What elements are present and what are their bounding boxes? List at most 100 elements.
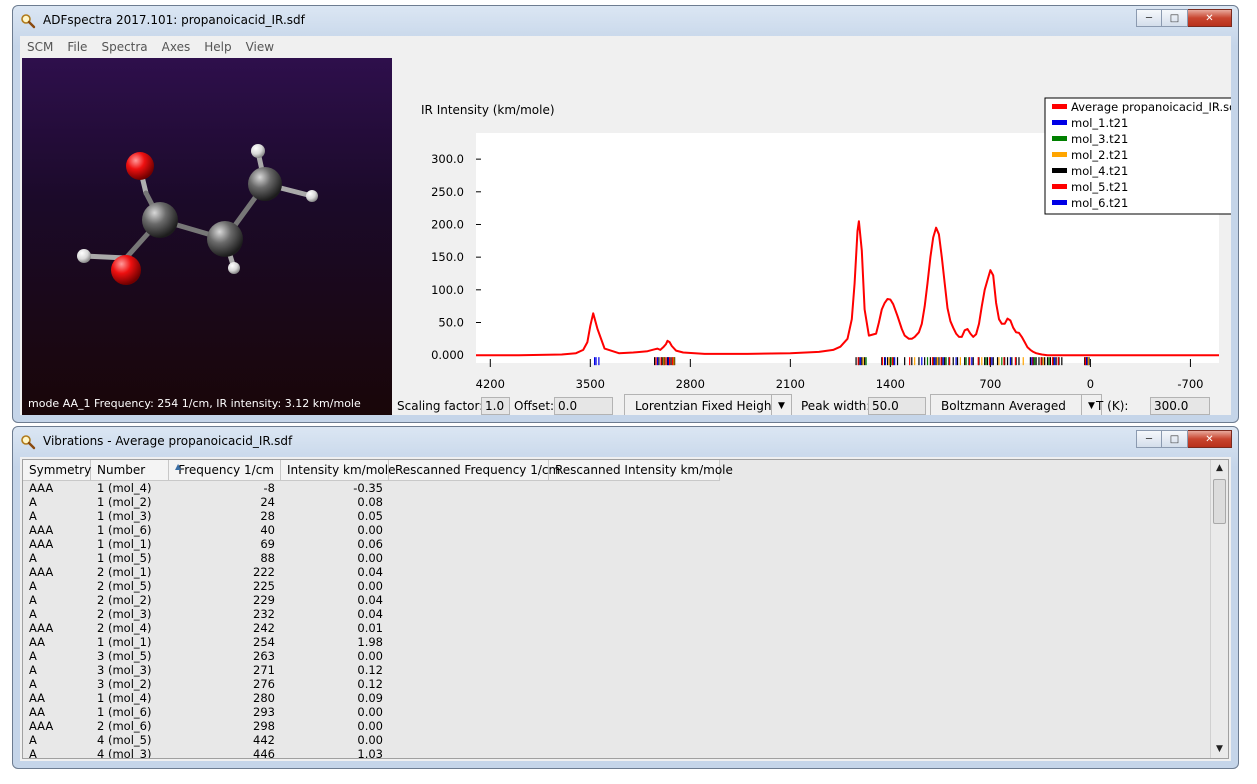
maximize-icon: □ bbox=[1169, 433, 1180, 445]
cell-intensity: 0.00 bbox=[357, 719, 383, 733]
table-row[interactable]: AA 1 (mol_4) 280 0.09 bbox=[23, 691, 389, 705]
averaging-select[interactable]: Boltzmann Averaged bbox=[930, 394, 1082, 415]
legend-entry[interactable]: mol_3.t21 bbox=[1071, 132, 1128, 146]
table-row[interactable]: A 1 (mol_5) 88 0.00 bbox=[23, 551, 389, 565]
table-row[interactable]: A 4 (mol_3) 446 1.03 bbox=[23, 747, 389, 759]
table-row[interactable]: AAA 2 (mol_4) 242 0.01 bbox=[23, 621, 389, 635]
vibrations-title-bar[interactable]: Vibrations - Average propanoicacid_IR.sd… bbox=[13, 427, 1238, 457]
cell-intensity: 1.98 bbox=[357, 635, 383, 649]
table-row[interactable]: AAA 1 (mol_6) 40 0.00 bbox=[23, 523, 389, 537]
table-row[interactable]: A 2 (mol_5) 225 0.00 bbox=[23, 579, 389, 593]
cell-frequency: -8 bbox=[263, 481, 275, 495]
cell-symmetry: A bbox=[29, 509, 37, 523]
cell-number: 2 (mol_2) bbox=[97, 593, 152, 607]
table-row[interactable]: A 4 (mol_5) 442 0.00 bbox=[23, 733, 389, 747]
minimize-button[interactable]: ─ bbox=[1136, 430, 1162, 448]
cell-frequency: 28 bbox=[260, 509, 275, 523]
table-row[interactable]: AAA 2 (mol_1) 222 0.04 bbox=[23, 565, 389, 579]
menu-help[interactable]: Help bbox=[197, 40, 238, 54]
table-row[interactable]: AAA 1 (mol_1) 69 0.06 bbox=[23, 537, 389, 551]
spectrum-plot[interactable]: IR Intensity (km/mole)Boltzmann average0… bbox=[396, 58, 1231, 392]
menu-scm[interactable]: SCM bbox=[20, 40, 60, 54]
column-header-rescanned-intensity[interactable]: Rescanned Intensity km/mole bbox=[549, 460, 733, 480]
cell-number: 3 (mol_3) bbox=[97, 663, 152, 677]
cell-frequency: 298 bbox=[253, 719, 275, 733]
chevron-down-icon: ▼ bbox=[1088, 401, 1095, 411]
menu-file[interactable]: File bbox=[60, 40, 94, 54]
table-row[interactable]: AAA 2 (mol_6) 298 0.00 bbox=[23, 719, 389, 733]
legend-swatch bbox=[1052, 136, 1067, 141]
cell-number: 1 (mol_6) bbox=[97, 705, 152, 719]
main-client-area: SCM File Spectra Axes Help View mode AA_… bbox=[20, 36, 1231, 415]
close-button[interactable]: ✕ bbox=[1188, 430, 1232, 448]
scaling-factor-input[interactable]: 1.0 bbox=[481, 397, 510, 415]
offset-input[interactable]: 0.0 bbox=[554, 397, 613, 415]
maximize-button[interactable]: □ bbox=[1162, 430, 1188, 448]
cell-frequency: 276 bbox=[253, 677, 275, 691]
x-tick-label: 4200 bbox=[476, 377, 505, 391]
scroll-down-button[interactable]: ▼ bbox=[1211, 741, 1228, 758]
x-tick-label: 2800 bbox=[676, 377, 705, 391]
cell-intensity: 1.03 bbox=[357, 747, 383, 759]
minimize-button[interactable]: ─ bbox=[1136, 9, 1162, 27]
column-header-rescanned-frequency[interactable]: Rescanned Frequency 1/cm bbox=[389, 460, 560, 480]
legend-entry[interactable]: mol_2.t21 bbox=[1071, 148, 1128, 162]
cell-symmetry: AAA bbox=[29, 523, 54, 537]
menu-axes[interactable]: Axes bbox=[155, 40, 198, 54]
cell-number: 1 (mol_3) bbox=[97, 509, 152, 523]
legend-swatch bbox=[1052, 152, 1067, 157]
temperature-input[interactable]: 300.0 bbox=[1150, 397, 1210, 415]
vibrations-window-title: Vibrations - Average propanoicacid_IR.sd… bbox=[43, 434, 293, 448]
table-row[interactable]: A 3 (mol_2) 276 0.12 bbox=[23, 677, 389, 691]
cell-symmetry: AA bbox=[29, 635, 46, 649]
legend-entry[interactable]: mol_1.t21 bbox=[1071, 116, 1128, 130]
table-row[interactable]: AA 1 (mol_6) 293 0.00 bbox=[23, 705, 389, 719]
chevron-down-icon: ▼ bbox=[778, 401, 785, 411]
legend-entry[interactable]: mol_6.t21 bbox=[1071, 196, 1128, 210]
y-tick-label: 250.0 bbox=[431, 185, 464, 199]
cell-frequency: 263 bbox=[253, 649, 275, 663]
legend-entry[interactable]: Average propanoicacid_IR.sdf bbox=[1071, 100, 1231, 114]
cell-symmetry: A bbox=[29, 649, 37, 663]
table-row[interactable]: A 3 (mol_5) 263 0.00 bbox=[23, 649, 389, 663]
table-row[interactable]: AAA 1 (mol_4) -8 -0.35 bbox=[23, 481, 389, 495]
cell-number: 1 (mol_4) bbox=[97, 691, 152, 705]
menu-spectra[interactable]: Spectra bbox=[94, 40, 154, 54]
column-header-intensity[interactable]: Intensity km/mole bbox=[281, 460, 395, 480]
legend-entry[interactable]: mol_4.t21 bbox=[1071, 164, 1128, 178]
lineshape-dropdown-arrow[interactable]: ▼ bbox=[772, 394, 792, 415]
table-row[interactable]: A 3 (mol_3) 271 0.12 bbox=[23, 663, 389, 677]
minimize-icon: ─ bbox=[1145, 12, 1153, 24]
legend-swatch bbox=[1052, 120, 1067, 125]
y-tick-label: 0.000 bbox=[431, 348, 464, 362]
maximize-icon: □ bbox=[1169, 12, 1180, 24]
cell-frequency: 24 bbox=[260, 495, 275, 509]
close-button[interactable]: ✕ bbox=[1188, 9, 1232, 27]
cell-intensity: 0.00 bbox=[357, 705, 383, 719]
table-row[interactable]: A 2 (mol_3) 232 0.04 bbox=[23, 607, 389, 621]
legend-entry[interactable]: mol_5.t21 bbox=[1071, 180, 1128, 194]
column-header-symmetry[interactable]: Symmetry bbox=[23, 460, 91, 480]
vertical-scrollbar[interactable]: ▲ ▼ bbox=[1210, 460, 1228, 758]
table-row[interactable]: A 1 (mol_3) 28 0.05 bbox=[23, 509, 389, 523]
menu-view[interactable]: View bbox=[239, 40, 281, 54]
lineshape-select[interactable]: Lorentzian Fixed Heigh bbox=[624, 394, 772, 415]
cell-symmetry: A bbox=[29, 733, 37, 747]
cell-symmetry: A bbox=[29, 663, 37, 677]
peak-width-input[interactable]: 50.0 bbox=[868, 397, 926, 415]
table-row[interactable]: AA 1 (mol_1) 254 1.98 bbox=[23, 635, 389, 649]
column-header-frequency[interactable]: ▲ Frequency 1/cm bbox=[169, 460, 281, 480]
molecule-viewer[interactable]: mode AA_1 Frequency: 254 1/cm, IR intens… bbox=[22, 58, 392, 415]
scroll-up-button[interactable]: ▲ bbox=[1211, 460, 1228, 477]
column-header-number[interactable]: Number bbox=[91, 460, 169, 480]
vibrations-table[interactable]: Symmetry Number ▲ Frequency 1/cm Intensi… bbox=[22, 459, 1229, 759]
scrollbar-thumb[interactable] bbox=[1213, 479, 1226, 524]
cell-number: 4 (mol_5) bbox=[97, 733, 152, 747]
cell-number: 2 (mol_5) bbox=[97, 579, 152, 593]
maximize-button[interactable]: □ bbox=[1162, 9, 1188, 27]
title-bar[interactable]: ADFspectra 2017.101: propanoicacid_IR.sd… bbox=[13, 6, 1238, 36]
table-row[interactable]: A 1 (mol_2) 24 0.08 bbox=[23, 495, 389, 509]
table-row[interactable]: A 2 (mol_2) 229 0.04 bbox=[23, 593, 389, 607]
cell-number: 1 (mol_6) bbox=[97, 523, 152, 537]
cell-number: 4 (mol_3) bbox=[97, 747, 152, 759]
